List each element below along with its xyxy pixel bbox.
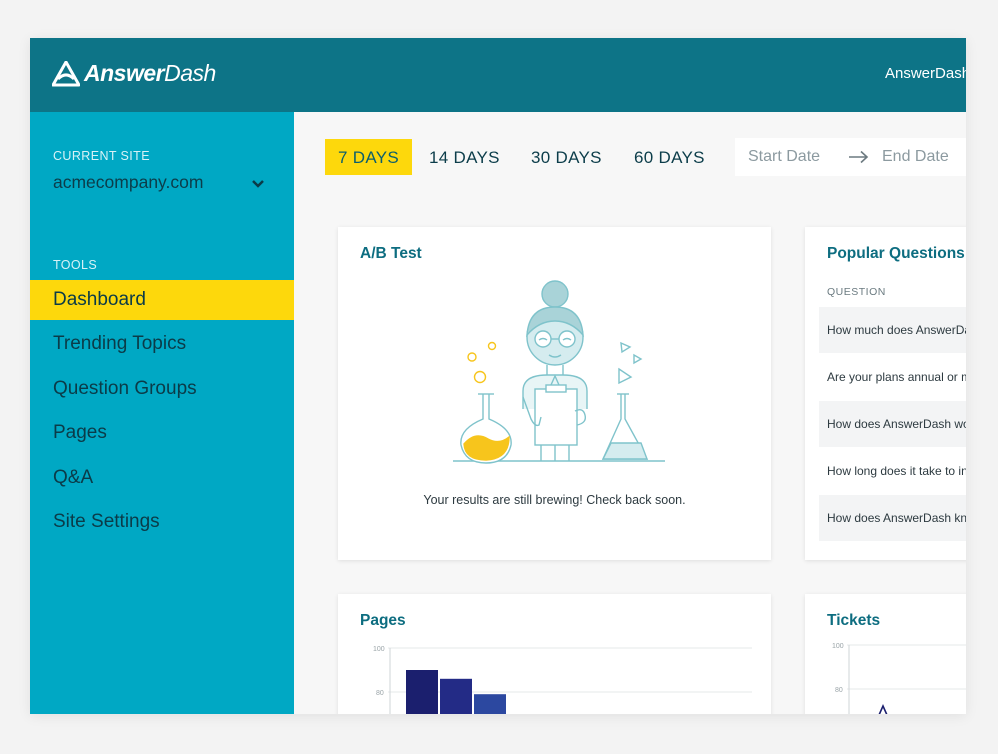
sidebar-item-dashboard[interactable]: Dashboard xyxy=(30,280,294,320)
popular-questions-title: Popular Questions xyxy=(827,245,965,262)
range-14-days-button[interactable]: 14 DAYS xyxy=(429,139,500,175)
sidebar-item-qa[interactable]: Q&A xyxy=(30,458,294,498)
pages-bar xyxy=(440,678,472,714)
ab-test-card: A/B Test Your results are still brewing!… xyxy=(338,227,771,560)
question-column-header: QUESTION xyxy=(827,286,886,298)
tickets-series-line xyxy=(878,704,888,714)
sidebar-item-site-settings[interactable]: Site Settings xyxy=(30,502,294,542)
brand-logo[interactable]: Answer Dash xyxy=(52,60,216,87)
app-window: Answer Dash AnswerDash CURRENT SITE acmec… xyxy=(30,38,966,714)
scientist-illustration-icon xyxy=(453,280,665,464)
question-row[interactable]: How much does AnswerDash cost? xyxy=(819,307,966,353)
range-30-days-button[interactable]: 30 DAYS xyxy=(531,139,602,175)
start-date-input[interactable] xyxy=(748,148,838,166)
arrow-right-icon xyxy=(849,150,869,164)
pages-bar xyxy=(474,694,506,714)
pages-bar xyxy=(406,670,438,714)
tickets-y-tick-label: 100 xyxy=(832,643,844,650)
popular-questions-card: Popular Questions QUESTION How much does… xyxy=(805,227,966,560)
chevron-down-icon[interactable] xyxy=(251,179,265,189)
tickets-y-tick-label: 80 xyxy=(835,687,843,694)
date-range-picker xyxy=(735,138,966,176)
tools-caption: TOOLS xyxy=(53,258,98,272)
top-header: Answer Dash AnswerDash xyxy=(30,38,966,112)
end-date-input[interactable] xyxy=(882,148,966,166)
current-site-caption: CURRENT SITE xyxy=(53,149,150,163)
tickets-title: Tickets xyxy=(827,612,881,629)
question-row[interactable]: How long does it take to install? xyxy=(819,448,966,494)
sidebar-item-question-groups[interactable]: Question Groups xyxy=(30,369,294,409)
range-7-days-button[interactable]: 7 DAYS xyxy=(325,139,413,175)
ab-test-message: Your results are still brewing! Check ba… xyxy=(423,493,686,507)
sidebar-item-trending-topics[interactable]: Trending Topics xyxy=(30,324,294,364)
sidebar: CURRENT SITE acmecompany.com TOOLS Dashb… xyxy=(30,112,294,714)
pages-y-tick-label: 100 xyxy=(373,646,385,653)
range-60-days-button[interactable]: 60 DAYS xyxy=(634,139,705,175)
question-row[interactable]: How does AnswerDash know? xyxy=(819,495,966,541)
brand-name-light: Dash xyxy=(164,60,216,86)
sidebar-item-pages[interactable]: Pages xyxy=(30,413,294,453)
pages-card: Pages 100 80 xyxy=(338,594,771,714)
answerdash-logo-icon xyxy=(52,60,80,86)
ab-test-title: A/B Test xyxy=(360,245,422,262)
pages-title: Pages xyxy=(360,612,406,629)
question-row[interactable]: Are your plans annual or monthly? xyxy=(819,354,966,400)
tickets-card: Tickets 100 80 xyxy=(805,594,966,714)
question-row[interactable]: How does AnswerDash work? xyxy=(819,401,966,447)
pages-bar-chart xyxy=(388,647,752,714)
brand-name-bold: Answer xyxy=(84,60,165,86)
site-selector[interactable]: acmecompany.com xyxy=(53,172,203,193)
tickets-line-chart xyxy=(847,644,966,714)
user-menu[interactable]: AnswerDash xyxy=(885,65,966,82)
pages-y-tick-label: 80 xyxy=(376,690,384,697)
